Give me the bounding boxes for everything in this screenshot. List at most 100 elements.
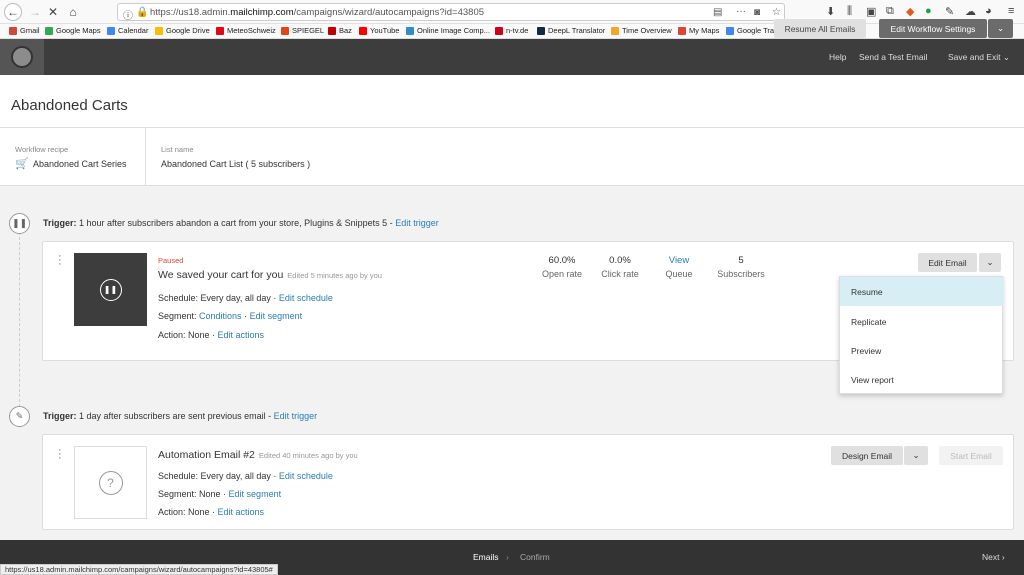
extension-icon[interactable]: ✎ <box>945 5 954 18</box>
gmail-icon <box>9 26 17 35</box>
menu-item-view-report[interactable]: View report <box>840 365 1004 394</box>
screenshot-icon[interactable]: ⧉ <box>886 5 894 18</box>
drag-handle-icon[interactable]: · · · <box>58 445 62 464</box>
reader-view-icon[interactable]: ▤ <box>713 7 722 18</box>
calendar-icon <box>107 26 115 35</box>
email-1-action: Action: None · Edit actions <box>158 330 265 340</box>
baz-icon <box>328 26 336 35</box>
edit-email-button[interactable]: Edit Email <box>918 253 977 272</box>
workflow-connector <box>19 232 20 407</box>
bookmark-star-icon[interactable]: ☆ <box>772 7 781 18</box>
edit-schedule-link[interactable]: Edit schedule <box>279 471 333 481</box>
bookmark-deepl[interactable]: DeepL Translator <box>537 26 605 35</box>
browser-toolbar: ← → ✕ ⌂ ⓘ 🔒 https://us18.admin.mailchimp… <box>0 0 1024 24</box>
click-rate-stat: 0.0% Click rate <box>601 255 639 279</box>
extension-fox-icon[interactable]: ◆ <box>906 5 914 18</box>
bookmark-google-drive[interactable]: Google Drive <box>155 26 210 35</box>
chevron-right-icon: › <box>1001 552 1005 562</box>
workflow-recipe-label: Workflow recipe <box>15 145 69 154</box>
next-button[interactable]: Next › <box>982 552 1005 562</box>
image-compressor-icon <box>406 26 414 35</box>
google-translate-icon <box>726 26 734 35</box>
chevron-down-icon[interactable]: ⌄ <box>979 253 1001 272</box>
edit-actions-link[interactable]: Edit actions <box>218 507 265 517</box>
save-and-exit-link[interactable]: Save and Exit ⌄ <box>948 52 1010 63</box>
email-2-segment: Segment: None · Edit segment <box>158 489 282 499</box>
time-overview-icon <box>611 26 619 35</box>
status-bar-url: https://us18.admin.mailchimp.com/campaig… <box>0 564 278 575</box>
subscribers-stat: 5 Subscribers <box>717 255 765 279</box>
bookmark-google-maps[interactable]: Google Maps <box>45 26 101 35</box>
bookmark-baz[interactable]: Baz <box>328 26 352 35</box>
edit-workflow-settings-button[interactable]: Edit Workflow Settings <box>879 19 987 38</box>
account-icon[interactable]: ◕ <box>985 5 992 17</box>
view-queue-link[interactable]: View Queue <box>659 255 699 279</box>
sidebar-icon[interactable]: ▣ <box>866 5 876 18</box>
help-link[interactable]: Help <box>829 52 846 62</box>
grammarly-icon[interactable]: ● <box>925 5 932 17</box>
email-2-thumbnail[interactable]: ? <box>74 446 147 519</box>
email-1-schedule: Schedule: Every day, all day · Edit sche… <box>158 293 333 303</box>
home-icon[interactable]: ⌂ <box>64 3 82 21</box>
bookmark-meteoschweiz[interactable]: MeteoSchweiz <box>216 26 276 35</box>
spiegel-icon <box>281 26 289 35</box>
edited-timestamp: Edited 5 minutes ago by you <box>287 271 382 280</box>
step-emails[interactable]: Emails <box>473 552 499 562</box>
menu-item-preview[interactable]: Preview <box>840 336 1004 365</box>
stop-reload-icon[interactable]: ✕ <box>44 3 62 21</box>
bookmarks-bar: Gmail Google Maps Calendar Google Drive … <box>0 24 1024 39</box>
list-name-label: List name <box>161 145 194 154</box>
email-1-segment: Segment: Conditions · Edit segment <box>158 311 303 321</box>
back-button[interactable]: ← <box>4 3 22 21</box>
bookmark-ntv[interactable]: n-tv.de <box>495 26 528 35</box>
edit-schedule-link[interactable]: Edit schedule <box>279 293 333 303</box>
bookmark-my-maps[interactable]: My Maps <box>678 26 719 35</box>
status-badge: Paused <box>158 256 184 265</box>
email-1-name[interactable]: We saved your cart for you Edited 5 minut… <box>158 269 382 281</box>
info-icon[interactable]: ⓘ <box>123 7 133 22</box>
menu-item-replicate[interactable]: Replicate <box>840 307 1004 336</box>
email-2-name[interactable]: Automation Email #2 Edited 40 minutes ago… <box>158 449 358 461</box>
google-drive-icon <box>155 26 163 35</box>
mailchimp-logo[interactable] <box>0 39 44 75</box>
page-header: Abandoned Carts <box>0 75 1024 128</box>
page-actions-icon[interactable]: ··· <box>736 6 746 17</box>
resume-all-emails-button[interactable]: Resume All Emails <box>774 19 866 38</box>
email-1-thumbnail[interactable]: ❚❚ <box>74 253 147 326</box>
bookmark-time-overview[interactable]: Time Overview <box>611 26 672 35</box>
chevron-down-icon[interactable]: ⌄ <box>988 19 1013 38</box>
bookmark-gmail[interactable]: Gmail <box>9 26 40 35</box>
conditions-link[interactable]: Conditions <box>197 311 242 321</box>
email-2-action: Action: None · Edit actions <box>158 507 265 517</box>
bookmark-image-compressor[interactable]: Online Image Comp... <box>406 26 490 35</box>
pocket-icon[interactable]: ◙ <box>754 7 760 18</box>
edited-timestamp: Edited 40 minutes ago by you <box>258 451 358 460</box>
edit-actions-link[interactable]: Edit actions <box>218 330 265 340</box>
chevron-down-icon[interactable]: ⌄ <box>904 446 928 465</box>
menu-icon[interactable]: ≡ <box>1008 5 1014 17</box>
menu-item-resume[interactable]: Resume <box>840 277 1004 306</box>
app-topbar: Help Send a Test Email Save and Exit ⌄ <box>0 39 1024 75</box>
workflow-info: Workflow recipe 🛒 Abandoned Cart Series … <box>0 128 1024 186</box>
design-email-button[interactable]: Design Email <box>831 446 903 465</box>
send-test-email-link[interactable]: Send a Test Email <box>859 52 927 62</box>
edit-trigger-link[interactable]: Edit trigger <box>395 218 439 228</box>
bookmark-calendar[interactable]: Calendar <box>107 26 148 35</box>
meteoschweiz-icon <box>216 26 224 35</box>
edit-segment-link[interactable]: Edit segment <box>250 311 303 321</box>
bookmark-youtube[interactable]: YouTube <box>359 26 399 35</box>
my-maps-icon <box>678 26 686 35</box>
edit-trigger-link[interactable]: Edit trigger <box>274 411 318 421</box>
sync-icon[interactable]: ☁ <box>965 5 976 18</box>
url-bar[interactable]: ⓘ 🔒 https://us18.admin.mailchimp.com/cam… <box>117 3 785 22</box>
bookmark-spiegel[interactable]: SPIEGEL <box>281 26 324 35</box>
step-confirm[interactable]: Confirm <box>520 552 550 562</box>
edit-segment-link[interactable]: Edit segment <box>229 489 282 499</box>
url-text: https://us18.admin.mailchimp.com/campaig… <box>150 7 485 18</box>
drag-handle-icon[interactable]: · · · <box>58 251 62 270</box>
start-email-button[interactable]: Start Email <box>939 446 1003 465</box>
library-icon[interactable]: ⫼ <box>847 5 852 18</box>
download-icon[interactable]: ⬇ <box>826 5 835 18</box>
forward-button[interactable]: → <box>26 3 44 21</box>
google-maps-icon <box>45 26 53 35</box>
